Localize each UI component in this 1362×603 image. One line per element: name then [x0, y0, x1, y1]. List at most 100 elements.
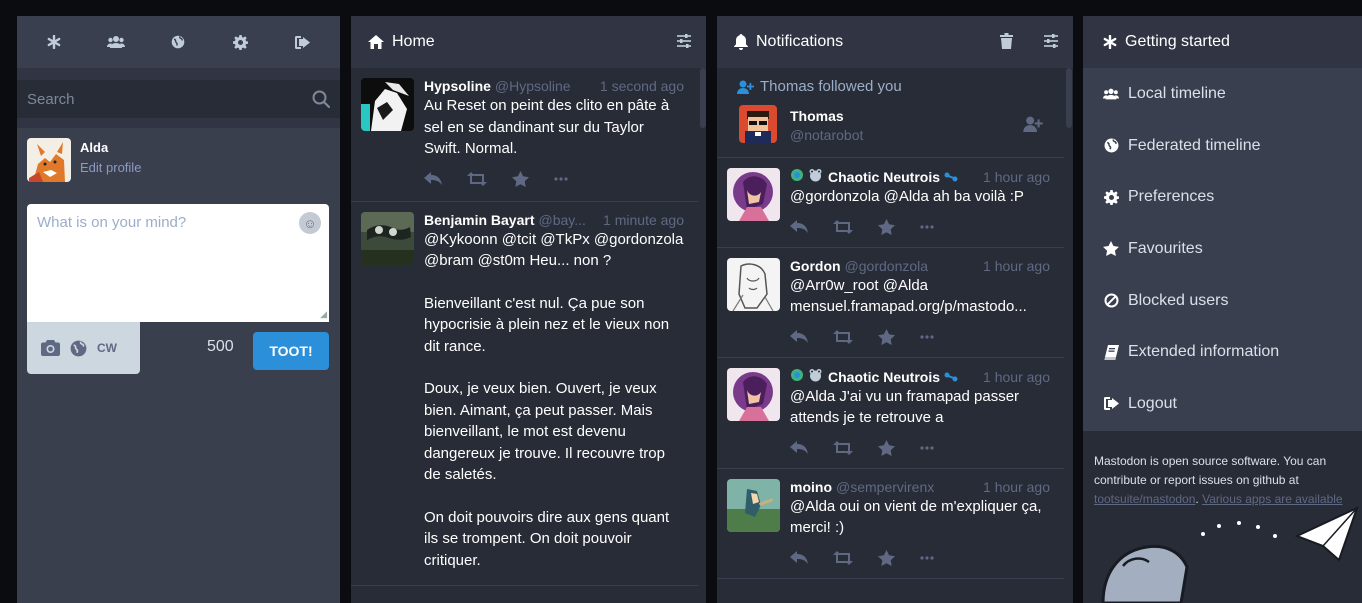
status-time[interactable]: 1 hour ago [977, 258, 1050, 274]
logout-icon [1103, 397, 1119, 411]
column-settings-icon[interactable] [676, 33, 692, 49]
avatar[interactable] [27, 138, 71, 182]
boost-icon[interactable] [833, 440, 853, 455]
user-display-name: Alda [80, 140, 109, 155]
boost-icon[interactable] [833, 550, 853, 565]
status-actions [790, 439, 1050, 456]
globe-icon[interactable] [70, 340, 87, 357]
follow-user-icon[interactable] [1022, 116, 1044, 132]
display-name[interactable]: Chaotic Neutrois [828, 169, 940, 185]
status-content: @Alda J'ai vu un framapad passer attends… [790, 387, 1020, 427]
emoji-picker-icon[interactable]: ☺ [299, 212, 321, 234]
more-options-icon[interactable] [920, 555, 934, 560]
getting-started-header[interactable]: Getting started [1083, 16, 1362, 68]
edit-profile-link[interactable]: Edit profile [80, 160, 141, 175]
avatar[interactable] [739, 105, 777, 143]
display-name[interactable]: Chaotic Neutrois [828, 369, 940, 385]
boost-icon[interactable] [833, 329, 853, 344]
avatar[interactable] [727, 257, 780, 311]
avatar[interactable] [361, 78, 414, 131]
trash-icon[interactable] [1000, 33, 1013, 49]
more-options-icon[interactable] [920, 224, 934, 229]
asterisk-icon[interactable] [42, 30, 66, 54]
avatar[interactable] [361, 211, 414, 265]
favourite-icon[interactable] [878, 218, 895, 235]
display-name[interactable]: Gordon [790, 258, 841, 274]
avatar[interactable] [727, 478, 780, 532]
status-time[interactable]: 1 hour ago [981, 369, 1050, 385]
account-handle[interactable]: @sempervirenx [836, 479, 934, 495]
status-content: @gordonzola @Alda ah ba voilà :P [790, 188, 1024, 205]
home-column-header[interactable]: Home [351, 16, 706, 68]
ban-icon [1103, 293, 1119, 308]
reply-icon[interactable] [790, 440, 808, 455]
status-actions [424, 170, 684, 187]
favourite-icon[interactable] [512, 170, 529, 187]
display-name[interactable]: Benjamin Bayart [424, 212, 534, 228]
notifications-column-header[interactable]: Notifications [717, 16, 1073, 68]
more-options-icon[interactable] [920, 334, 934, 339]
reply-icon[interactable] [790, 219, 808, 234]
bot-badge-icon [790, 168, 804, 182]
follower-handle[interactable]: @notarobot [790, 127, 863, 143]
menu-item-federated-timeline[interactable]: Federated timeline [1083, 120, 1362, 172]
footer-text: Mastodon is open source software. You ca… [1094, 454, 1327, 468]
display-name[interactable]: Hypsoline [424, 78, 491, 94]
account-handle[interactable]: @bay... [538, 212, 585, 228]
camera-icon[interactable] [41, 340, 60, 356]
status[interactable]: Gordon @gordonzola 1 hour ago @Arr0w_roo… [717, 248, 1064, 358]
home-timeline: Hypsoline @Hypsoline 1 second ago Au Res… [351, 68, 698, 603]
menu-item-local-timeline[interactable]: Local timeline [1083, 68, 1362, 120]
status-content: Au Reset on peint des clito en pâte à se… [424, 95, 684, 160]
account-handle[interactable]: @Hypsoline [495, 78, 571, 94]
status[interactable]: Hypsoline @Hypsoline 1 second ago Au Res… [351, 68, 698, 202]
boost-icon[interactable] [467, 171, 487, 186]
menu-item-extended-information[interactable]: Extended information [1083, 326, 1362, 378]
home-column: Home Hypsoline @Hypsoline 1 second ago A… [351, 16, 706, 603]
status-time[interactable]: 1 hour ago [981, 169, 1050, 185]
menu-item-preferences[interactable]: Preferences [1083, 171, 1362, 223]
search-input[interactable] [17, 80, 340, 118]
status-paragraph: @Kykoonn @tcit @TkPx @gordonzola @bram @… [424, 230, 684, 270]
follow-notification[interactable]: Thomas followed you Thomas @notarobot [717, 68, 1064, 158]
home-icon [368, 35, 384, 49]
status[interactable]: Chaotic Neutrois 1 hour ago @Alda J'ai v… [717, 358, 1064, 469]
menu-item-logout[interactable]: Logout [1083, 378, 1362, 430]
scrollbar[interactable] [1066, 68, 1072, 128]
reply-icon[interactable] [790, 550, 808, 565]
toot-button[interactable]: TOOT! [253, 332, 329, 370]
favourite-icon[interactable] [878, 439, 895, 456]
menu-item-favourites[interactable]: Favourites [1083, 223, 1362, 275]
content-warning-button[interactable]: CW [97, 341, 117, 355]
resize-handle-icon[interactable]: ◢ [320, 309, 327, 320]
reply-icon[interactable] [424, 171, 442, 186]
boost-icon[interactable] [833, 219, 853, 234]
search-icon[interactable] [312, 90, 330, 108]
reply-icon[interactable] [790, 329, 808, 344]
status-time[interactable]: 1 hour ago [977, 479, 1050, 495]
account-handle[interactable]: @gordonzola [845, 258, 929, 274]
logout-icon[interactable] [291, 30, 315, 54]
status-paragraph: Au Reset on peint des clito en pâte à se… [424, 97, 670, 157]
status[interactable]: moino @sempervirenx 1 hour ago @Alda oui… [717, 469, 1064, 579]
favourite-icon[interactable] [878, 549, 895, 566]
avatar[interactable] [727, 367, 780, 421]
gear-icon[interactable] [229, 30, 253, 54]
globe-icon[interactable] [166, 30, 190, 54]
status[interactable]: Chaotic Neutrois 1 hour ago @gordonzola … [717, 158, 1064, 248]
people-icon[interactable] [104, 30, 128, 54]
favourite-icon[interactable] [878, 328, 895, 345]
compose-input[interactable] [27, 204, 329, 322]
more-options-icon[interactable] [554, 176, 568, 181]
menu-item-blocked-users[interactable]: Blocked users [1083, 275, 1362, 327]
display-name[interactable]: moino [790, 479, 832, 495]
column-settings-icon[interactable] [1043, 33, 1059, 49]
status-time[interactable]: 1 second ago [594, 78, 684, 94]
scrollbar[interactable] [700, 68, 706, 128]
status-content: @Arr0w_root @Alda mensuel.framapad.org/p… [790, 276, 1027, 316]
status[interactable]: Benjamin Bayart @bay... 1 minute ago @Ky… [351, 202, 698, 586]
more-options-icon[interactable] [920, 445, 934, 450]
avatar[interactable] [727, 168, 780, 221]
follower-display-name[interactable]: Thomas [790, 108, 844, 124]
status-time[interactable]: 1 minute ago [597, 212, 684, 228]
